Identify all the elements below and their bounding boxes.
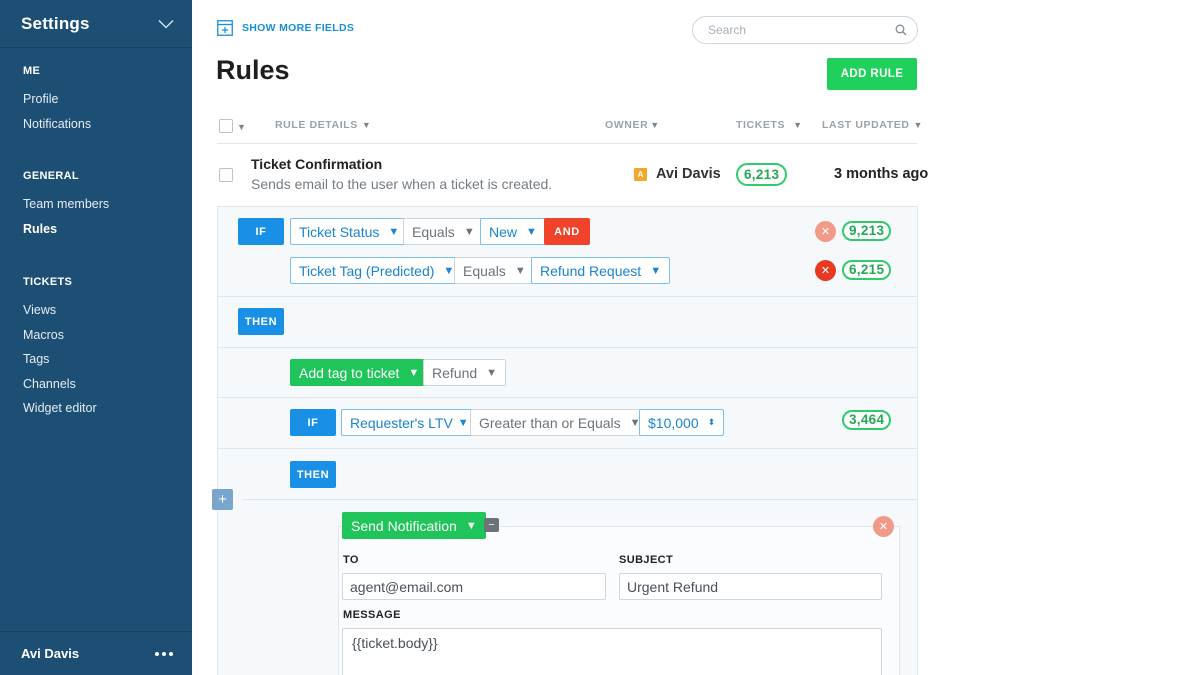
and-button[interactable]: AND — [544, 218, 590, 245]
column-header-owner[interactable]: OWNER ▼ — [605, 119, 660, 131]
caret-down-icon: ▼ — [650, 264, 662, 277]
column-header-tickets[interactable]: TICKETS ▼ — [736, 119, 803, 131]
add-step-icon[interactable]: + — [212, 489, 233, 510]
current-user-name: Avi Davis — [21, 646, 80, 661]
divider — [218, 347, 917, 348]
tickets-count-badge: 6,213 — [736, 163, 788, 186]
to-label: TO — [343, 554, 359, 566]
subject-field[interactable] — [619, 573, 882, 600]
caret-down-icon: ▼ — [526, 225, 537, 238]
row-checkbox[interactable] — [219, 168, 233, 182]
notification-action-select[interactable]: Send Notification ▼ — [342, 512, 486, 539]
remove-condition-button[interactable]: ✕ — [815, 221, 836, 242]
message-label: MESSAGE — [343, 609, 401, 621]
select-all-checkbox[interactable] — [219, 119, 233, 133]
sidebar-title: Settings — [21, 13, 90, 33]
sidebar-item-rules[interactable]: Rules — [23, 217, 109, 242]
condition-count-badge: 9,213 — [842, 221, 892, 241]
page-title: Rules — [216, 55, 290, 85]
sidebar-item-macros[interactable]: Macros — [23, 323, 97, 348]
condition-field-select[interactable]: Ticket Status ▼ — [290, 218, 409, 245]
search-box — [692, 16, 918, 44]
sidebar-section-general: GENERAL Team members Rules — [0, 170, 109, 241]
search-icon[interactable] — [895, 24, 907, 36]
subject-label: SUBJECT — [619, 554, 674, 566]
search-input[interactable] — [708, 23, 895, 37]
caret-down-icon: ▼ — [650, 120, 660, 130]
caret-down-icon: ▼ — [408, 366, 420, 379]
condition-value-stepper[interactable]: $10,000 ⬍ — [639, 409, 725, 436]
condition-count-badge: 6,215 — [842, 260, 892, 280]
sidebar-section-title: TICKETS — [23, 276, 73, 288]
caret-down-icon: ▼ — [443, 264, 455, 277]
stepper-icon: ⬍ — [707, 417, 716, 427]
rule-name: Ticket Confirmation — [251, 156, 383, 172]
to-email-field[interactable] — [342, 573, 606, 600]
condition-value-select[interactable]: Refund Request ▼ — [531, 257, 671, 284]
column-header-last-updated[interactable]: LAST UPDATED ▼ — [822, 119, 923, 131]
settings-sidebar: Settings ME Profile Notifications GENERA… — [0, 0, 192, 675]
remove-condition-button[interactable]: ✕ — [815, 260, 836, 281]
collapse-icon[interactable]: − — [484, 518, 499, 532]
divider — [218, 296, 917, 297]
caret-down-icon: ▼ — [465, 519, 477, 532]
sidebar-header: Settings — [0, 0, 192, 48]
then-button[interactable]: THEN — [238, 308, 284, 335]
caret-down-icon: ▼ — [463, 225, 475, 238]
caret-down-icon: ▼ — [913, 120, 924, 130]
caret-down-icon: ▼ — [457, 416, 469, 429]
caret-down-icon: ▼ — [361, 120, 372, 130]
divider — [218, 448, 917, 449]
chevron-down-icon[interactable] — [158, 16, 174, 32]
add-field-icon — [217, 20, 233, 36]
rule-editor-panel: IF Ticket Status ▼ Equals ▼ New ▼ AND ✕ 9,2… — [217, 206, 918, 675]
sidebar-item-widget-editor[interactable]: Widget editor — [23, 396, 97, 421]
if-button[interactable]: IF — [238, 218, 284, 245]
if-button[interactable]: IF — [290, 409, 336, 436]
condition-operator-select[interactable]: Greater than or Equals ▼ — [470, 409, 650, 436]
caret-down-icon: ▼ — [237, 122, 247, 132]
caret-down-icon: ▼ — [793, 120, 803, 130]
sidebar-item-team-members[interactable]: Team members — [23, 192, 109, 217]
divider — [218, 397, 917, 398]
rule-description: Sends email to the user when a ticket is… — [251, 176, 553, 192]
column-header-rule-details[interactable]: RULE DETAILS ▼ — [275, 119, 371, 131]
show-more-fields-label: SHOW MORE FIELDS — [242, 22, 355, 34]
more-options-icon[interactable] — [155, 651, 173, 656]
message-field[interactable]: {{ticket.body}} — [342, 628, 882, 675]
show-more-fields-button[interactable]: SHOW MORE FIELDS — [217, 20, 354, 36]
caret-down-icon: ▼ — [514, 264, 526, 277]
caret-down-icon: ▼ — [388, 225, 400, 238]
select-all-control[interactable]: ▼ — [219, 119, 247, 136]
sidebar-section-title: ME — [23, 65, 41, 77]
condition-field-select[interactable]: Requester's LTV ▼ — [341, 409, 478, 436]
sidebar-item-channels[interactable]: Channels — [23, 372, 97, 397]
sidebar-footer: Avi Davis — [0, 631, 192, 675]
condition-value-select[interactable]: New ▼ — [480, 218, 546, 245]
action-value-select[interactable]: Refund ▼ — [423, 359, 507, 386]
table-header: ▼ RULE DETAILS ▼ OWNER ▼ TICKETS ▼ LAST UPD… — [217, 110, 922, 144]
remove-action-button[interactable]: ✕ — [873, 516, 894, 537]
condition-operator-select[interactable]: Equals ▼ — [454, 257, 535, 284]
sidebar-section-tickets: TICKETS Views Macros Tags Channels Widge… — [0, 276, 97, 421]
condition-operator-select[interactable]: Equals ▼ — [403, 218, 484, 245]
add-rule-button[interactable]: ADD RULE — [827, 58, 917, 90]
then-button[interactable]: THEN — [290, 461, 336, 488]
sidebar-item-tags[interactable]: Tags — [23, 347, 97, 372]
action-select[interactable]: Add tag to ticket ▼ — [290, 359, 429, 386]
sidebar-section-title: GENERAL — [23, 170, 79, 182]
sidebar-section-me: ME Profile Notifications — [0, 65, 91, 136]
sidebar-item-notifications[interactable]: Notifications — [23, 112, 91, 137]
owner-name: Avi Davis — [656, 166, 721, 182]
table-row[interactable]: Ticket Confirmation Sends email to the u… — [217, 144, 928, 206]
main-content: SHOW MORE FIELDS Rules ADD RULE ▼ RULE D… — [192, 0, 1200, 675]
condition-field-select[interactable]: Ticket Tag (Predicted) ▼ — [290, 257, 464, 284]
divider — [243, 499, 917, 500]
condition-count-badge: 3,464 — [842, 410, 892, 430]
owner-avatar: A — [634, 168, 647, 181]
sidebar-item-views[interactable]: Views — [23, 298, 97, 323]
caret-down-icon: ▼ — [486, 366, 498, 379]
last-updated-value: 3 months ago — [834, 166, 929, 182]
sidebar-item-profile[interactable]: Profile — [23, 87, 91, 112]
